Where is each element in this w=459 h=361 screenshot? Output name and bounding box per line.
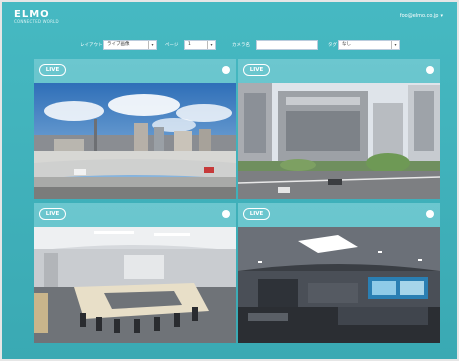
page-label: ページ [165,43,179,48]
tag-label: タグ [328,43,337,48]
status-dot-icon[interactable] [222,210,230,218]
camera-tile[interactable]: LIVE [34,203,236,343]
layout-select[interactable]: ライブ画像 ▾ [103,40,157,50]
live-badge: LIVE [243,64,270,76]
logo-tagline: CONNECTED WORLD [14,19,59,24]
tile-header: LIVE [238,59,440,81]
status-dot-icon[interactable] [426,66,434,74]
chevron-down-icon: ▾ [207,41,215,49]
chevron-down-icon: ▾ [440,13,443,19]
page-value: 1 [188,42,191,47]
camera-feed-image[interactable] [238,83,440,199]
tag-value: なし [342,42,351,47]
camera-tile[interactable]: LIVE [34,59,236,199]
tile-header: LIVE [34,203,236,225]
camera-tile[interactable]: LIVE [238,203,440,343]
layout-value: ライブ画像 [107,42,130,47]
status-dot-icon[interactable] [222,66,230,74]
tile-header: LIVE [238,203,440,225]
camera-name-input[interactable] [256,40,318,50]
camera-feed-image[interactable] [238,227,440,343]
app-frame: ELMO CONNECTED WORLD foo@elmo.co.jp ▾ レイア… [0,0,459,361]
camera-feed-image[interactable] [34,83,236,199]
tag-select[interactable]: なし ▾ [338,40,400,50]
chevron-down-icon: ▾ [148,41,156,49]
live-badge: LIVE [39,208,66,220]
user-menu[interactable]: foo@elmo.co.jp ▾ [400,13,443,19]
page-select[interactable]: 1 ▾ [184,40,216,50]
user-email: foo@elmo.co.jp [399,13,439,19]
live-badge: LIVE [39,64,66,76]
chevron-down-icon: ▾ [391,41,399,49]
status-dot-icon[interactable] [426,210,434,218]
live-badge: LIVE [243,208,270,220]
camera-name-label: カメラ名 [232,43,250,48]
header: ELMO CONNECTED WORLD foo@elmo.co.jp ▾ [2,2,457,30]
layout-label: レイアウト [80,43,103,48]
toolbar: レイアウト ライブ画像 ▾ ページ 1 ▾ カメラ名 タグ なし ▾ [2,40,459,52]
tile-header: LIVE [34,59,236,81]
camera-tile[interactable]: LIVE [238,59,440,199]
camera-feed-image[interactable] [34,227,236,343]
